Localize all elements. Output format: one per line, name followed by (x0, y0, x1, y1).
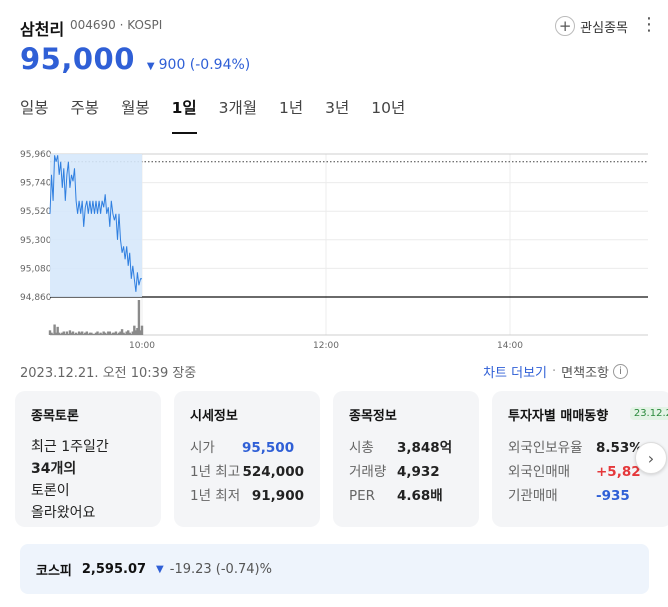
card-stock-info[interactable]: 종목정보 시총 3,848억 거래량 4,932 PER 4.68배 (333, 391, 479, 527)
kv-value: 4,932 (397, 464, 440, 480)
kv-row: PER 4.68배 (349, 484, 463, 508)
timestamp: 2023.12.21. 오전 10:39 장중 (20, 366, 197, 381)
discussion-line: 최근 1주일간 (31, 439, 109, 455)
card-discussion[interactable]: 종목토론 최근 1주일간 34개의 토론이 올라왔어요 (15, 391, 161, 527)
tab-1year[interactable]: 1년 (279, 96, 303, 134)
index-change: -19.23 (-0.74)% (169, 561, 272, 577)
period-tabs: 일봉 주봉 월봉 1일 3개월 1년 3년 10년 (20, 96, 427, 134)
x-tick-label: 10:00 (129, 341, 155, 351)
kv-row: 1년 최저 91,900 (190, 484, 304, 508)
current-price: 95,000 (20, 42, 135, 76)
kv-row: 시총 3,848억 (349, 436, 463, 460)
y-tick-label: 95,960 (20, 150, 52, 160)
kv-value: 91,900 (251, 488, 304, 504)
discussion-line: 올라왔어요 (31, 505, 96, 521)
kv-row: 1년 최고 524,000 (190, 460, 304, 484)
price-row: 95,000 ▼ 900 (-0.94%) (20, 42, 250, 78)
card-title: 종목토론 (31, 409, 79, 424)
tab-weekly[interactable]: 주봉 (71, 96, 100, 134)
kv-value: +5,82 (596, 464, 641, 480)
stock-header: 삼천리 004690 · KOSPI + 관심종목 ⋮ (20, 14, 668, 39)
price-change: ▼ 900 (-0.94%) (147, 57, 250, 73)
price-chart-svg: 95,960 95,740 95,520 95,300 95,080 94,860 10:0… (20, 150, 648, 351)
stock-name: 삼천리 (20, 20, 65, 39)
disclaimer-link[interactable]: 면책조항 (561, 362, 609, 381)
more-options-icon[interactable]: ⋮ (640, 14, 658, 35)
stock-code-market: 004690 · KOSPI (70, 18, 163, 32)
kv-row: 거래량 4,932 (349, 460, 463, 484)
volume-bar (140, 325, 144, 335)
favorite-label: 관심종목 (580, 20, 628, 36)
kv-key: 1년 최저 (190, 488, 241, 504)
card-title: 종목정보 (349, 409, 397, 424)
kv-value: 4.68배 (397, 488, 443, 504)
tab-monthly[interactable]: 월봉 (121, 96, 150, 134)
kv-row: 기관매매 -935 (508, 484, 656, 508)
kv-key: 기관매매 (508, 488, 558, 504)
discussion-summary: 최근 1주일간 34개의 토론이 올라왔어요 (31, 436, 145, 524)
volume-bar (137, 300, 141, 335)
x-tick-label: 12:00 (313, 341, 339, 351)
y-tick-label: 94,860 (20, 293, 52, 303)
date-badge: 23.12.2 (629, 407, 668, 420)
down-arrow-icon: ▼ (156, 563, 164, 575)
y-tick-label: 95,740 (20, 179, 52, 189)
tab-3year[interactable]: 3년 (325, 96, 349, 134)
card-market-info[interactable]: 시세정보 시가 95,500 1년 최고 524,000 1년 최저 91,900 (174, 391, 320, 527)
kv-key: 거래량 (349, 464, 387, 480)
tab-3month[interactable]: 3개월 (219, 96, 257, 134)
kospi-index-bar[interactable]: 코스피 2,595.07 ▼ -19.23 (-0.74)% (20, 544, 649, 594)
down-arrow-icon: ▼ (146, 61, 155, 72)
chevron-right-icon: › (647, 448, 655, 468)
kv-key: 외국인보유율 (508, 440, 583, 456)
add-favorite-button[interactable]: + 관심종목 (555, 16, 628, 36)
discussion-line: 34개의 (31, 461, 77, 477)
price-chart[interactable]: 95,960 95,740 95,520 95,300 95,080 94,860 10:0… (0, 140, 668, 355)
chart-more-link[interactable]: 차트 더보기 (483, 362, 547, 381)
info-icon[interactable]: i (613, 364, 628, 379)
kv-row: 외국인매매 +5,82 (508, 460, 656, 484)
kv-key: PER (349, 488, 376, 504)
index-name: 코스피 (36, 563, 72, 579)
tab-10year[interactable]: 10년 (371, 96, 405, 134)
kv-value: -935 (596, 488, 630, 504)
cards-next-button[interactable]: › (635, 442, 667, 474)
kv-row: 시가 95,500 (190, 436, 304, 460)
kv-key: 시가 (190, 440, 215, 456)
index-value: 2,595.07 (81, 561, 147, 577)
kv-value: 524,000 (242, 464, 305, 480)
kv-row: 외국인보유율 8.53% (508, 436, 656, 460)
y-tick-label: 95,520 (20, 207, 52, 217)
kv-value: 95,500 (242, 440, 295, 456)
card-title: 시세정보 (190, 409, 238, 424)
separator-dot: · (552, 364, 557, 379)
tab-daily[interactable]: 일봉 (20, 96, 49, 134)
price-change-value: 900 (-0.94%) (158, 57, 251, 73)
x-tick-label: 14:00 (497, 341, 523, 351)
kv-key: 외국인매매 (508, 464, 571, 480)
y-tick-label: 95,080 (20, 264, 52, 274)
chart-links: 차트 더보기 · 면책조항 i (483, 362, 628, 381)
kv-key: 시총 (349, 440, 374, 456)
kv-key: 1년 최고 (190, 464, 241, 480)
plus-icon: + (555, 16, 576, 36)
y-tick-label: 95,300 (20, 236, 52, 246)
kv-value: 3,848억 (397, 440, 453, 456)
info-cards: 종목토론 최근 1주일간 34개의 토론이 올라왔어요 시세정보 시가 95,50… (15, 391, 668, 527)
tab-1day[interactable]: 1일 (171, 96, 197, 134)
discussion-line: 토론이 (31, 483, 70, 499)
